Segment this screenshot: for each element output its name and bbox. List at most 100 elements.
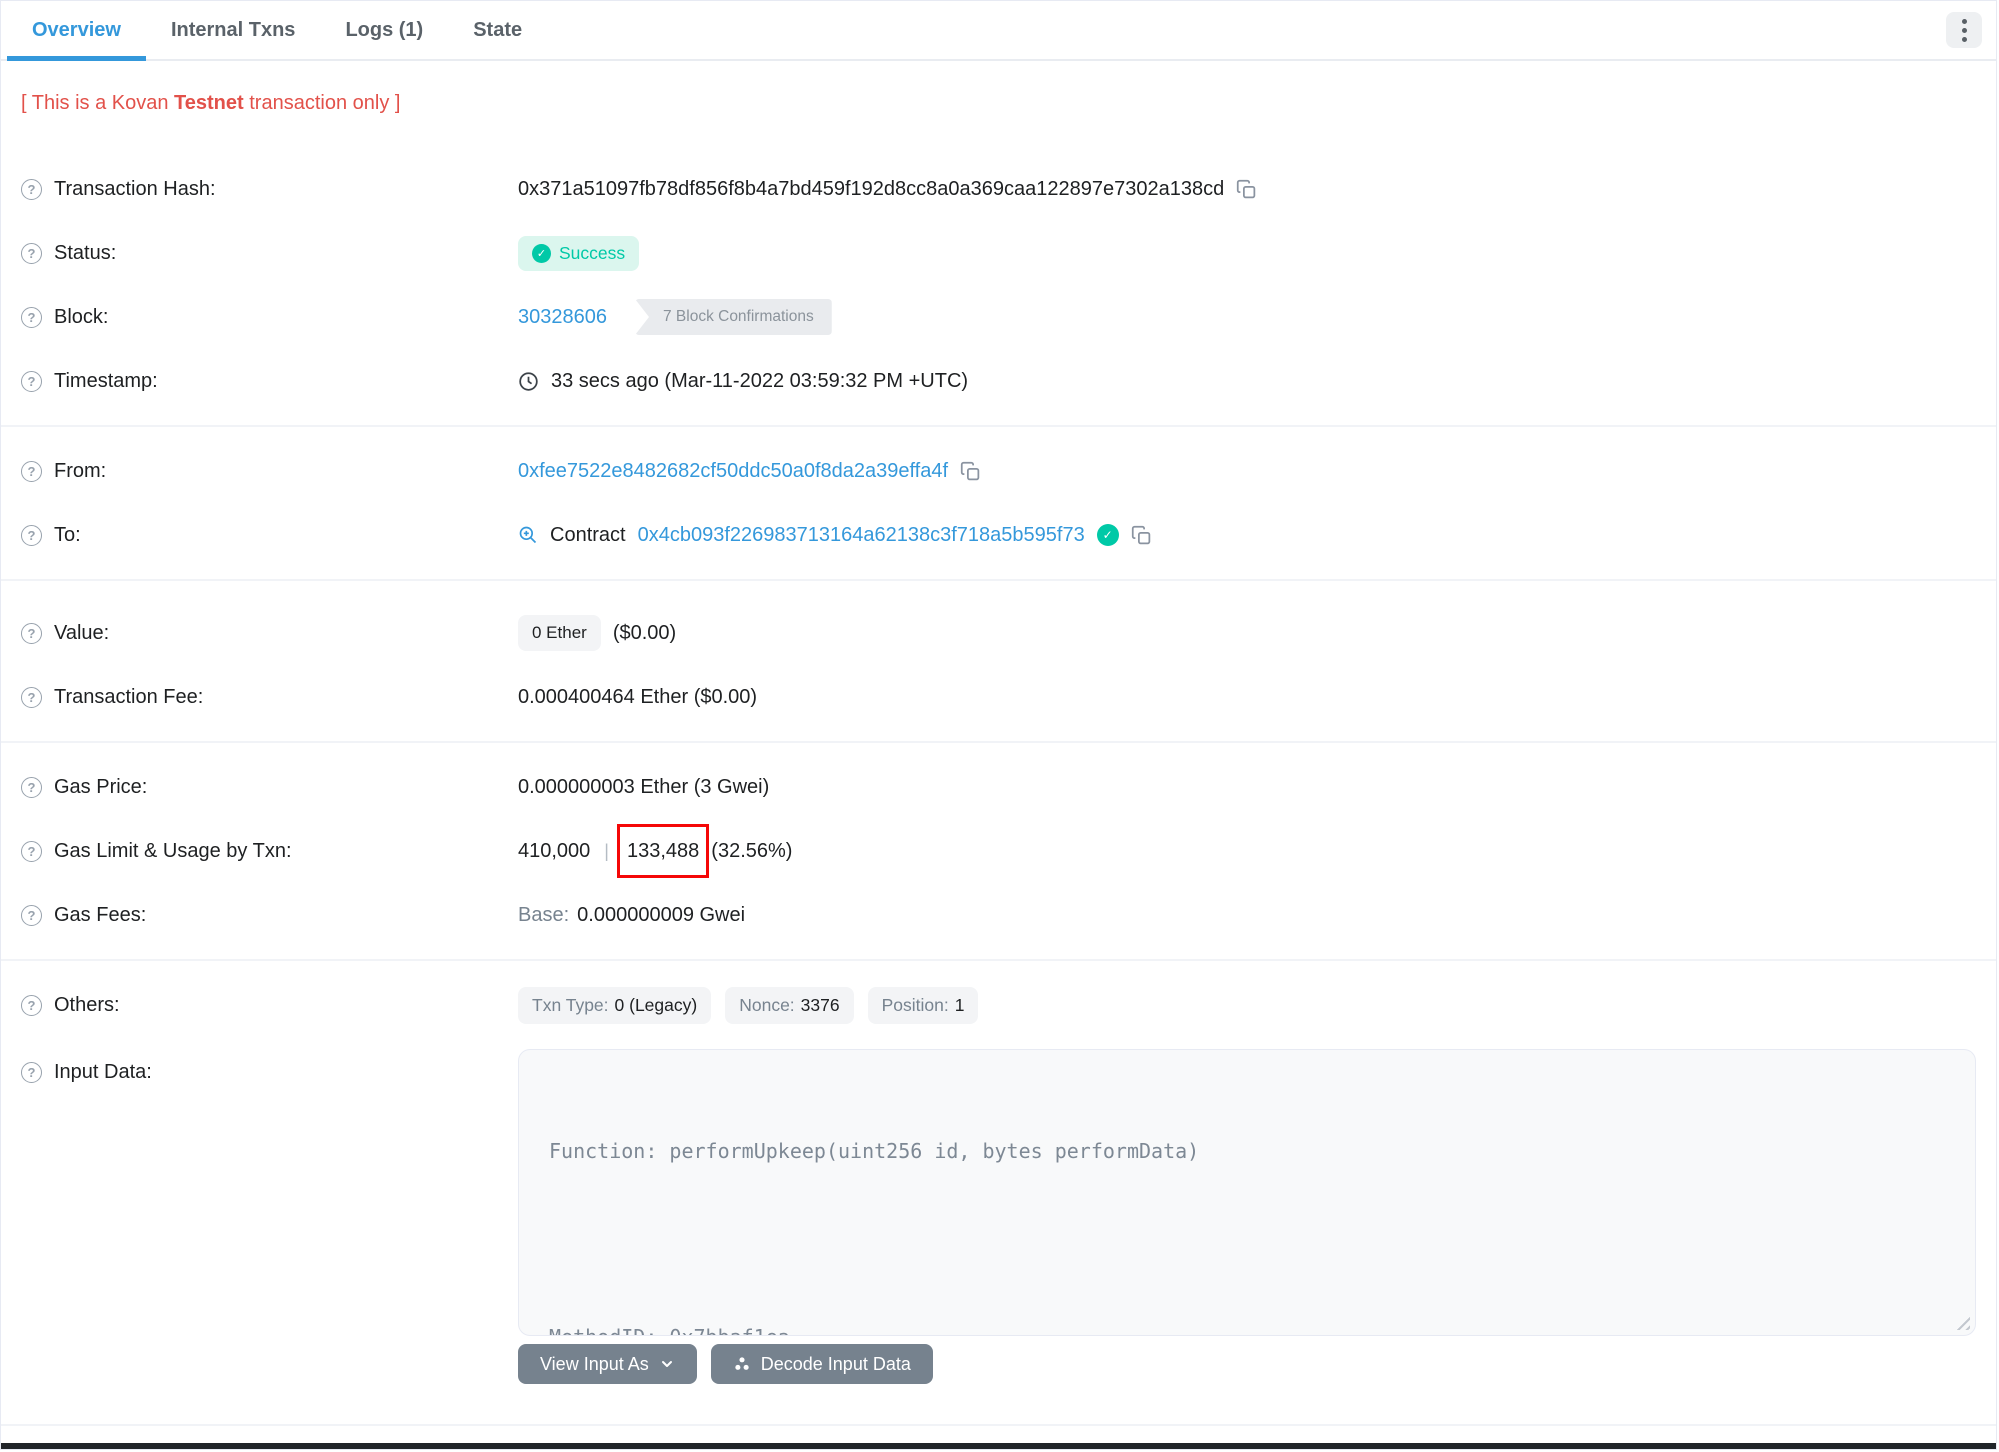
divider [1, 579, 1996, 581]
help-glyph: ? [27, 245, 36, 261]
tab-internal-txns[interactable]: Internal Txns [146, 1, 320, 59]
divider [1, 959, 1996, 961]
help-icon[interactable]: ? [21, 904, 42, 926]
kebab-dot [1961, 27, 1967, 33]
help-icon[interactable]: ? [21, 306, 42, 328]
group-gas: ? Gas Price: 0.000000003 Ether (3 Gwei) … [1, 755, 1996, 947]
nonce-value: 3376 [800, 994, 840, 1015]
help-glyph: ? [27, 625, 36, 641]
gas-separator: | [604, 840, 609, 861]
decode-input-data-button[interactable]: Decode Input Data [710, 1344, 933, 1384]
help-icon[interactable]: ? [21, 524, 42, 546]
clock-icon [519, 371, 538, 391]
help-icon[interactable]: ? [21, 994, 42, 1016]
magnifier-plus-icon[interactable] [518, 525, 538, 545]
input-data-textarea[interactable]: Function: performUpkeep(uint256 id, byte… [518, 1049, 1976, 1336]
block-number-link[interactable]: 30328606 [518, 306, 607, 329]
transaction-hash-label: Transaction Hash: [54, 177, 216, 200]
row-to: ? To: Contract 0x4cb093f226983713164a621… [1, 503, 1996, 567]
view-input-as-button[interactable]: View Input As [518, 1344, 697, 1384]
help-glyph: ? [27, 689, 36, 705]
row-timestamp: ? Timestamp: 33 secs ago (Mar-11-2022 03… [1, 349, 1996, 413]
gas-used-percent: (32.56%) [711, 839, 793, 862]
help-glyph: ? [27, 527, 36, 543]
help-glyph: ? [27, 907, 36, 923]
gas-limit-value: 410,000 [518, 839, 591, 862]
copy-icon[interactable] [1236, 179, 1257, 200]
copy-icon[interactable] [960, 461, 981, 482]
notice-prefix: [ This is a Kovan [21, 92, 175, 114]
status-badge: ✓ Success [518, 235, 640, 271]
row-input-data: ? Input Data: Function: performUpkeep(ui… [1, 1049, 1996, 1336]
divider [1, 1424, 1996, 1426]
help-icon[interactable]: ? [21, 370, 42, 392]
footer-bar [1, 1443, 1996, 1449]
group-summary: ? Transaction Hash: 0x371a51097fb78df856… [1, 157, 1996, 413]
gas-used-wrap: 133,488 [616, 823, 710, 878]
input-data-actions: View Input As Decode Input Data [518, 1344, 1996, 1384]
others-label: Others: [54, 993, 120, 1016]
group-value: ? Value: 0 Ether ($0.00) ? Transaction F… [1, 593, 1996, 729]
to-contract-word: Contract [550, 523, 626, 546]
row-status: ? Status: ✓ Success [1, 221, 1996, 285]
kebab-dot [1961, 18, 1967, 24]
help-glyph: ? [27, 309, 36, 325]
to-label: To: [54, 523, 81, 546]
check-glyph: ✓ [1102, 528, 1113, 542]
gas-fees-base-value: 0.000000009 Gwei [577, 903, 746, 926]
notice-bold: Testnet [174, 92, 244, 114]
resize-handle[interactable] [1955, 1315, 1970, 1330]
gas-fees-label: Gas Fees: [54, 903, 147, 926]
value-usd: ($0.00) [612, 621, 677, 644]
group-addresses: ? From: 0xfee7522e8482682cf50ddc50a0f8da… [1, 439, 1996, 567]
help-icon[interactable]: ? [21, 178, 42, 200]
from-label: From: [54, 459, 107, 482]
help-glyph: ? [27, 373, 36, 389]
help-glyph: ? [27, 1065, 36, 1080]
to-address-link[interactable]: 0x4cb093f226983713164a62138c3f718a5b595f… [638, 524, 1085, 547]
check-glyph: ✓ [536, 247, 547, 260]
transaction-overview-page: Overview Internal Txns Logs (1) State [ … [0, 0, 1997, 1450]
help-icon[interactable]: ? [21, 686, 42, 708]
row-gas-fees: ? Gas Fees: Base: 0.000000009 Gwei [1, 883, 1996, 947]
txn-type-label: Txn Type: [532, 994, 609, 1015]
help-icon[interactable]: ? [21, 776, 42, 798]
position-label: Position: [881, 994, 949, 1015]
tab-state[interactable]: State [448, 1, 547, 59]
row-block: ? Block: 30328606 7 Block Confirmations [1, 285, 1996, 349]
value-label: Value: [54, 621, 110, 644]
timestamp-label: Timestamp: [54, 369, 158, 392]
decode-input-data-label: Decode Input Data [760, 1353, 911, 1374]
help-icon[interactable]: ? [21, 460, 42, 482]
copy-icon[interactable] [1131, 525, 1152, 546]
from-address-link[interactable]: 0xfee7522e8482682cf50ddc50a0f8da2a39effa… [518, 460, 948, 483]
transaction-hash-value: 0x371a51097fb78df856f8b4a7bd459f192d8cc8… [518, 177, 1225, 200]
check-circle-icon: ✓ [532, 243, 551, 263]
tab-logs[interactable]: Logs (1) [320, 1, 448, 59]
nonce-label: Nonce: [739, 994, 795, 1015]
block-label: Block: [54, 305, 109, 328]
help-icon[interactable]: ? [21, 242, 42, 264]
help-glyph: ? [27, 843, 36, 859]
gas-limit-label: Gas Limit & Usage by Txn: [54, 839, 292, 862]
input-data-label: Input Data: [54, 1061, 152, 1083]
input-data-line: Function: performUpkeep(uint256 id, byte… [549, 1139, 1200, 1163]
kebab-menu-button[interactable] [1946, 12, 1982, 48]
decode-icon [735, 1357, 749, 1370]
help-icon[interactable]: ? [21, 840, 42, 862]
row-gas-limit-usage: ? Gas Limit & Usage by Txn: 410,000 | 13… [1, 819, 1996, 883]
group-others: ? Others: Txn Type: 0 (Legacy) Nonce: 33… [1, 973, 1996, 1037]
status-value: Success [559, 242, 626, 263]
verified-check-icon: ✓ [1096, 524, 1119, 546]
input-data-line [549, 1229, 1945, 1260]
txn-type-badge: Txn Type: 0 (Legacy) [518, 986, 712, 1024]
tab-overview[interactable]: Overview [7, 1, 146, 61]
gas-price-value: 0.000000003 Ether (3 Gwei) [518, 775, 770, 798]
help-icon[interactable]: ? [21, 1062, 42, 1083]
gas-fees-base-label: Base: [518, 903, 570, 926]
status-label: Status: [54, 241, 117, 264]
input-data-line: MethodID: 0x7bbaf1ea [549, 1322, 1945, 1335]
row-transaction-fee: ? Transaction Fee: 0.000400464 Ether ($0… [1, 665, 1996, 729]
position-badge: Position: 1 [867, 986, 979, 1024]
help-icon[interactable]: ? [21, 622, 42, 644]
